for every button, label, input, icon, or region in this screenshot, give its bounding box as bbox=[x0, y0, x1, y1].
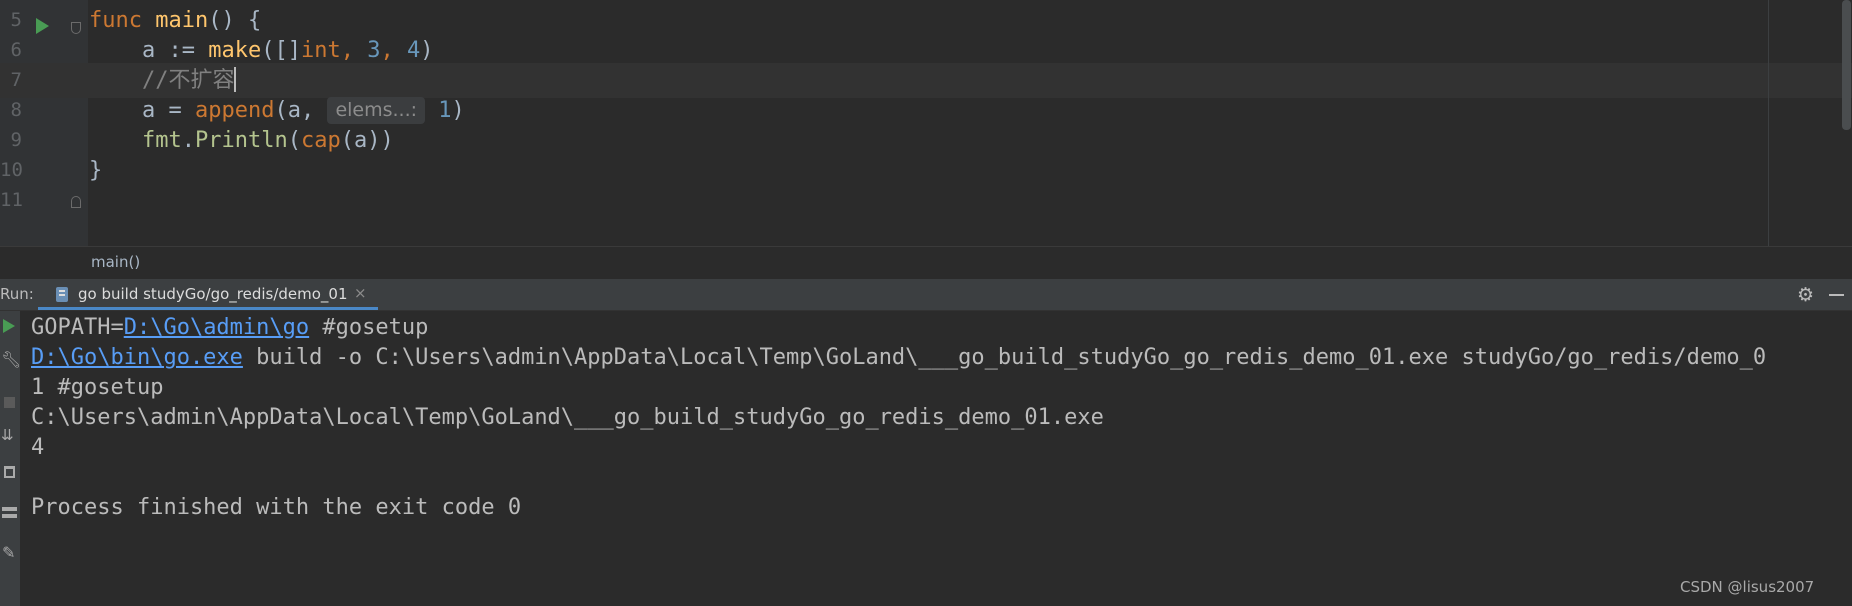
scroll-to-end-icon[interactable]: ⇊ bbox=[1, 428, 15, 443]
pin-icon[interactable]: ✎ bbox=[2, 545, 16, 561]
code-token: , bbox=[380, 38, 407, 63]
code-token: () { bbox=[208, 8, 262, 33]
right-margin-guide bbox=[1768, 0, 1769, 246]
code-token: (a)) bbox=[340, 128, 394, 153]
console-path-link[interactable]: D:\Go\admin\go bbox=[124, 315, 309, 340]
code-token: fmt bbox=[141, 128, 182, 153]
code-token: int bbox=[300, 38, 341, 63]
code-token: ( bbox=[287, 128, 301, 153]
code-token: 3 bbox=[367, 38, 381, 63]
breadcrumb: main() bbox=[0, 246, 1852, 280]
console-text: 1 #gosetup bbox=[31, 375, 164, 400]
code-token: (a, bbox=[274, 98, 328, 123]
code-line[interactable]: 11 bbox=[0, 183, 1852, 218]
run-tool-window-header: Run: go build studyGo/go_redis/demo_01 ×… bbox=[0, 279, 1852, 311]
code-editor[interactable]: 5 func main() {6 a := make([]int, 3, 4) 7 … bbox=[0, 0, 1852, 246]
text-caret bbox=[234, 67, 237, 92]
run-console[interactable]: 🔧︎ ⇊ ✎ GOPATH=D:\Go\admin\go #gosetup D:\… bbox=[0, 311, 1852, 606]
code-token: . bbox=[181, 128, 195, 153]
go-file-icon bbox=[56, 287, 68, 302]
editor-scrollbar[interactable] bbox=[1842, 0, 1851, 130]
console-text: build -o C:\Users\admin\AppData\Local\Te… bbox=[242, 345, 1767, 370]
code-token: main bbox=[155, 8, 209, 33]
parameter-hint: elems...: bbox=[327, 97, 426, 124]
fold-close-icon[interactable] bbox=[71, 196, 81, 208]
code-token: make bbox=[208, 38, 262, 63]
console-text: Process finished with the exit code 0 bbox=[31, 495, 522, 520]
code-token: append bbox=[194, 98, 275, 123]
code-token: } bbox=[89, 158, 103, 183]
code-token: ([] bbox=[261, 38, 301, 63]
console-line: D:\Go\bin\go.exe build -o C:\Users\admin… bbox=[31, 340, 1766, 375]
run-config-tab[interactable]: go build studyGo/go_redis/demo_01 × bbox=[38, 279, 378, 310]
rerun-icon[interactable] bbox=[3, 319, 15, 333]
console-line: 4 bbox=[31, 430, 44, 465]
code-token: //不扩容 bbox=[141, 68, 235, 93]
run-label: Run: bbox=[0, 285, 34, 303]
code-token: func bbox=[89, 8, 156, 33]
console-line: Process finished with the exit code 0 bbox=[31, 490, 521, 525]
code-token: cap bbox=[300, 128, 341, 153]
console-text: GOPATH= bbox=[31, 315, 124, 340]
close-icon[interactable]: × bbox=[354, 284, 367, 302]
code-token: 1 bbox=[438, 98, 452, 123]
console-text: C:\Users\admin\AppData\Local\Temp\GoLand… bbox=[31, 405, 1104, 430]
run-tab-label: go build studyGo/go_redis/demo_01 bbox=[78, 285, 348, 303]
console-path-link[interactable]: D:\Go\bin\go.exe bbox=[31, 345, 243, 370]
code-token: a := bbox=[89, 38, 209, 63]
watermark: CSDN @lisus2007 bbox=[1680, 578, 1815, 596]
trash-icon[interactable] bbox=[4, 466, 15, 478]
code-token: ) bbox=[451, 98, 465, 123]
line-number: 11 bbox=[0, 189, 23, 211]
code-token: 4 bbox=[406, 38, 421, 63]
gear-icon[interactable]: ⚙ bbox=[1797, 284, 1814, 306]
fold-open-icon[interactable] bbox=[71, 22, 81, 34]
stop-icon[interactable] bbox=[4, 397, 15, 408]
run-gutter-icon[interactable] bbox=[36, 18, 49, 34]
console-text: #gosetup bbox=[309, 315, 429, 340]
code-token: , bbox=[340, 38, 368, 63]
console-text: 4 bbox=[31, 435, 45, 460]
wrench-icon[interactable]: 🔧︎ bbox=[1, 352, 21, 368]
code-token: Println bbox=[194, 128, 288, 153]
code-token: ) bbox=[420, 38, 434, 63]
layout-icon[interactable] bbox=[2, 507, 17, 518]
breadcrumb-item[interactable]: main() bbox=[91, 253, 140, 271]
code-token: a = bbox=[89, 98, 195, 123]
run-side-toolbar: 🔧︎ ⇊ ✎ bbox=[0, 311, 21, 606]
minimize-icon[interactable] bbox=[1829, 294, 1844, 296]
console-line: C:\Users\admin\AppData\Local\Temp\GoLand… bbox=[31, 400, 1104, 435]
